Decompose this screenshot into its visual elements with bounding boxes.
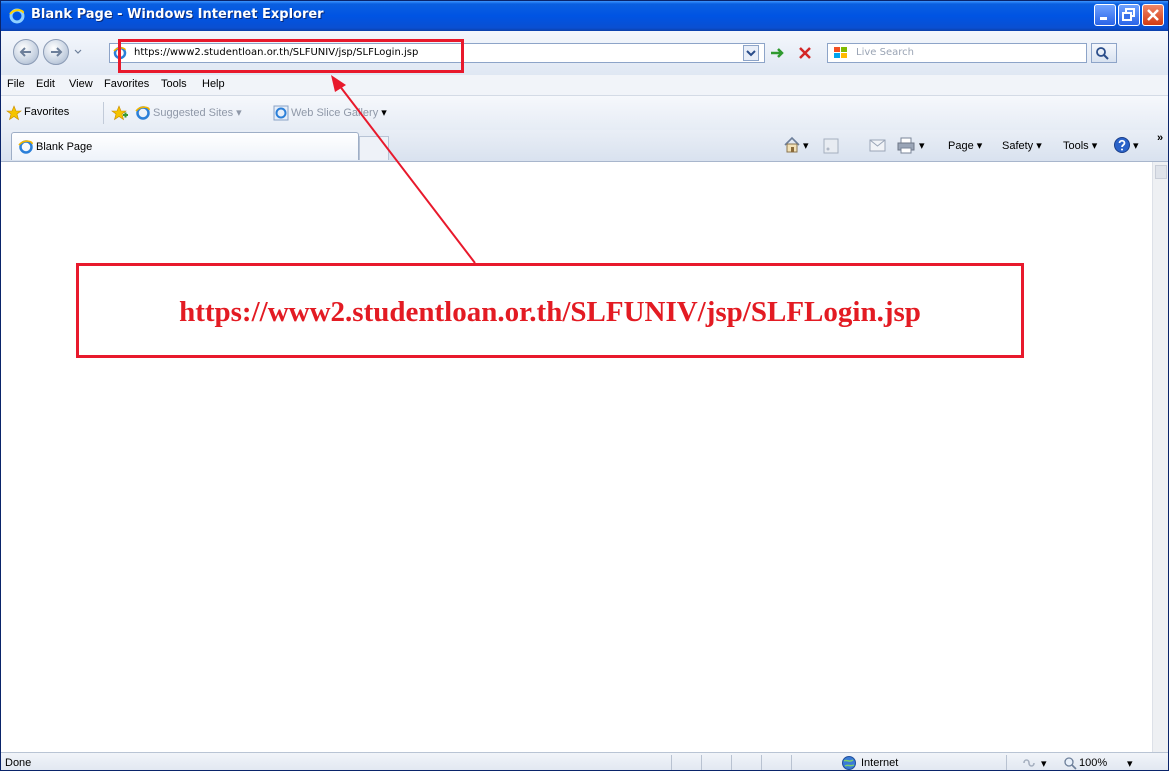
zone-label: Internet [861, 757, 899, 769]
safety-menu[interactable]: Safety ▾ [1002, 139, 1042, 152]
print-dropdown-icon[interactable]: ▾ [919, 139, 925, 152]
url-callout-box: https://www2.studentloan.or.th/SLFUNIV/j… [76, 263, 1024, 358]
zoom-magnifier-icon[interactable] [1063, 756, 1077, 770]
tab-bar: Blank Page ▾ ▾ Page ▾ Safety ▾ Tools ▾ ▾… [1, 130, 1168, 162]
forward-button[interactable] [43, 39, 69, 65]
go-arrow-icon[interactable] [768, 44, 786, 62]
minimize-button[interactable] [1094, 4, 1116, 26]
status-divider [731, 755, 732, 770]
url-callout-text: https://www2.studentloan.or.th/SLFUNIV/j… [179, 296, 921, 328]
restore-icon [1122, 8, 1135, 21]
title-bar[interactable]: Blank Page - Windows Internet Explorer [1, 1, 1168, 31]
favorites-bar: Favorites Suggested Sites ▾ Web Slice Ga… [1, 96, 1168, 130]
menu-help[interactable]: Help [202, 78, 225, 90]
status-text: Done [5, 757, 32, 769]
page-content [1, 162, 1152, 752]
zoom-dropdown-icon[interactable]: ▾ [1127, 757, 1133, 770]
menu-view[interactable]: View [69, 78, 93, 90]
web-slice-gallery-link[interactable]: Web Slice Gallery ▾ [291, 106, 387, 119]
print-icon[interactable] [897, 136, 915, 154]
tab-blank-page[interactable]: Blank Page [11, 132, 359, 160]
stop-x-icon[interactable] [796, 44, 814, 62]
window-title: Blank Page - Windows Internet Explorer [31, 7, 324, 22]
search-box[interactable]: Live Search [827, 43, 1087, 63]
chevron-down-icon [74, 49, 82, 54]
add-to-favorites-icon[interactable] [111, 105, 129, 121]
history-dropdown-button[interactable] [73, 45, 83, 57]
live-search-logo-icon [834, 47, 847, 58]
address-dropdown-button[interactable] [743, 45, 759, 61]
restore-button[interactable] [1118, 4, 1140, 26]
home-dropdown-icon[interactable]: ▾ [803, 139, 809, 152]
new-tab-button[interactable] [359, 136, 389, 160]
protected-mode-icon[interactable] [1021, 756, 1037, 770]
read-mail-icon[interactable] [869, 139, 887, 153]
suggested-sites-link[interactable]: Suggested Sites ▾ [153, 106, 242, 119]
menu-favorites[interactable]: Favorites [104, 78, 149, 90]
search-button[interactable] [1091, 43, 1117, 63]
zoom-level[interactable]: 100% [1079, 757, 1107, 769]
chevron-down-icon [746, 50, 756, 57]
forward-arrow-icon [51, 47, 63, 57]
back-arrow-icon [19, 47, 31, 57]
web-slice-ie-icon [273, 105, 289, 121]
minimize-icon [1100, 17, 1107, 20]
scroll-up-button[interactable] [1155, 165, 1167, 179]
status-divider [1006, 755, 1007, 770]
menu-file[interactable]: File [7, 78, 25, 90]
web-slice-gallery-label: Web Slice Gallery [291, 107, 379, 119]
feeds-icon[interactable] [823, 138, 839, 154]
home-icon[interactable] [783, 136, 801, 154]
chevron-more-icon[interactable]: » [1157, 132, 1163, 144]
favorites-button[interactable]: Favorites [24, 106, 69, 118]
page-menu-label: Page [948, 140, 974, 152]
help-dropdown-icon[interactable]: ▾ [1133, 139, 1139, 152]
favorites-star-icon [6, 105, 22, 121]
status-divider [671, 755, 672, 770]
tab-ie-icon [18, 140, 33, 154]
vertical-scrollbar[interactable] [1152, 162, 1168, 752]
safety-menu-label: Safety [1002, 140, 1034, 152]
tab-label: Blank Page [36, 141, 93, 153]
menu-edit[interactable]: Edit [36, 78, 55, 90]
ie-logo-icon [9, 8, 25, 24]
status-divider [791, 755, 792, 770]
status-divider [761, 755, 762, 770]
tools-menu[interactable]: Tools ▾ [1063, 139, 1097, 152]
browser-window: Blank Page - Windows Internet Explorer h… [0, 0, 1169, 771]
address-highlight-box [118, 39, 464, 73]
menu-bar: File Edit View Favorites Tools Help [1, 75, 1168, 96]
magnifier-icon [1096, 47, 1109, 60]
favorites-divider [103, 102, 104, 124]
menu-tools[interactable]: Tools [161, 78, 187, 90]
status-divider [701, 755, 702, 770]
suggested-sites-ie-icon [135, 106, 150, 120]
close-button[interactable] [1142, 4, 1164, 26]
search-placeholder: Live Search [856, 47, 914, 58]
tools-menu-label: Tools [1063, 140, 1089, 152]
internet-globe-icon [842, 756, 856, 770]
help-icon[interactable] [1113, 136, 1131, 154]
protected-mode-dropdown-icon[interactable]: ▾ [1041, 757, 1047, 770]
close-icon [1147, 9, 1159, 21]
status-bar: Done Internet ▾ 100% ▾ [1, 752, 1168, 770]
suggested-sites-label: Suggested Sites [153, 107, 234, 119]
page-menu[interactable]: Page ▾ [948, 139, 982, 152]
back-button[interactable] [13, 39, 39, 65]
